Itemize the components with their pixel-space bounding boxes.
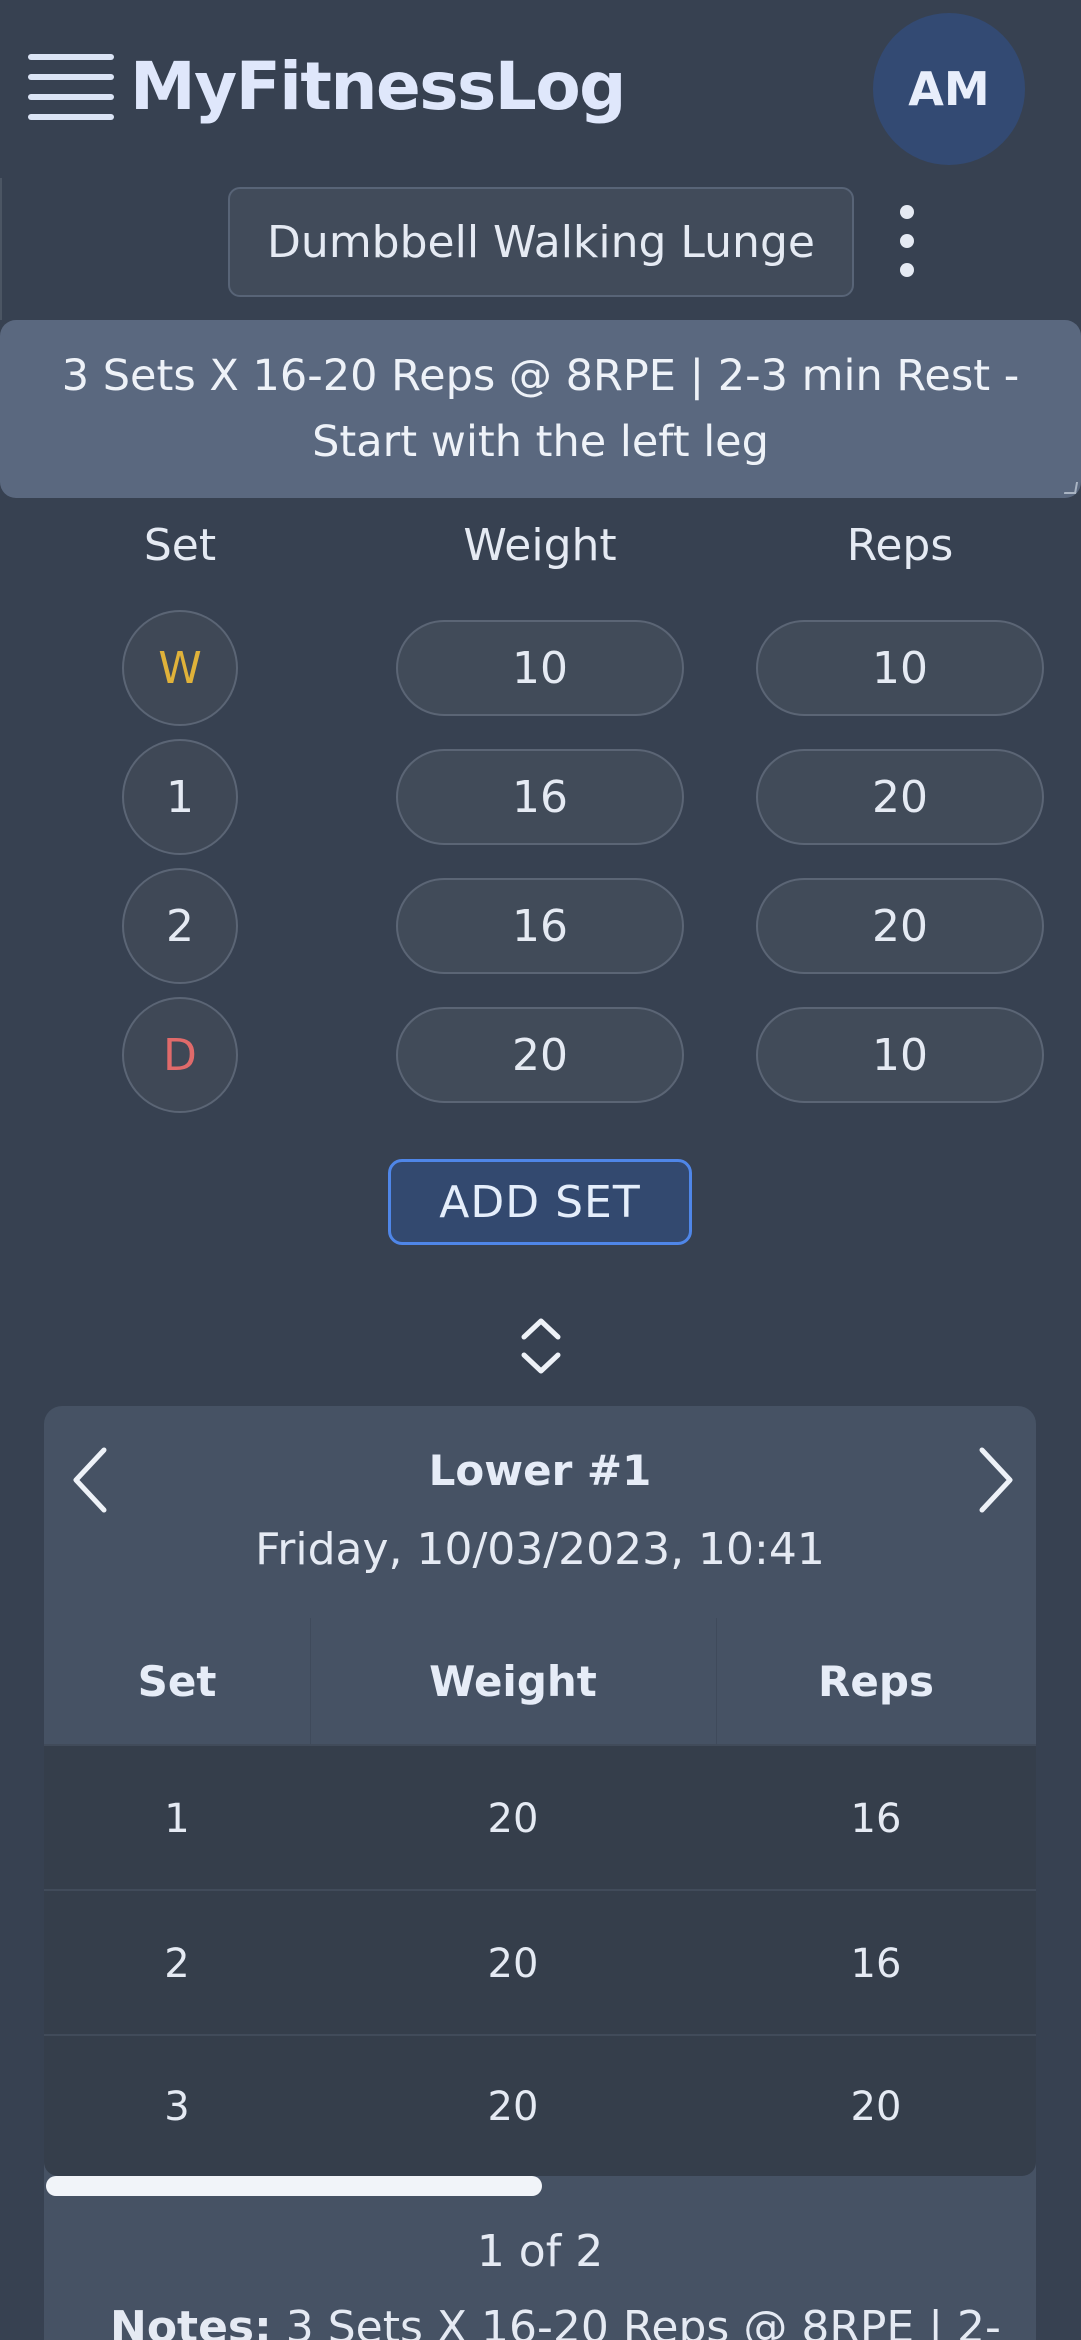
reps-input[interactable]: 20 <box>756 749 1044 845</box>
history-table-row: 2 20 16 <box>44 1889 1036 2034</box>
history-reps-cell: 16 <box>850 1795 902 1842</box>
exercise-selector-button[interactable]: Dumbbell Walking Lunge <box>228 187 854 297</box>
history-notes: Notes: 3 Sets X 16-20 Reps @ 8RPE | 2- <box>110 2302 1010 2340</box>
resize-handle-icon[interactable] <box>1063 482 1079 494</box>
history-weight-cell: 20 <box>487 2084 539 2130</box>
hamburger-menu-icon[interactable] <box>28 52 114 122</box>
weight-column-header: Weight <box>463 520 617 571</box>
history-table-row: 1 20 16 <box>44 1744 1036 1889</box>
column-divider <box>716 1618 717 1744</box>
history-reps-header: Reps <box>818 1656 934 1706</box>
notes-text: 3 Sets X 16-20 Reps @ 8RPE | 2- <box>285 2302 1001 2340</box>
weight-input[interactable]: 20 <box>396 1007 684 1103</box>
add-set-button[interactable]: ADD SET <box>388 1159 692 1245</box>
set-type-button[interactable]: 2 <box>122 868 238 984</box>
history-set-cell: 3 <box>164 2084 190 2130</box>
history-reps-cell: 16 <box>850 1940 902 1987</box>
history-weight-cell: 20 <box>487 1795 539 1842</box>
history-workout-date: Friday, 10/03/2023, 10:41 <box>255 1524 825 1575</box>
weight-input[interactable]: 16 <box>396 749 684 845</box>
reps-column-header: Reps <box>846 520 954 571</box>
exercise-instructions[interactable]: 3 Sets X 16-20 Reps @ 8RPE | 2-3 min Res… <box>0 320 1081 498</box>
history-set-cell: 2 <box>164 1940 190 1987</box>
horizontal-scrollbar[interactable] <box>46 2176 542 2196</box>
history-set-cell: 1 <box>164 1795 190 1842</box>
history-table-row: 3 20 20 <box>44 2034 1036 2176</box>
expand-collapse-icon[interactable] <box>518 1315 564 1377</box>
app-header: MyFitnessLog AM <box>0 0 1081 178</box>
history-pager: 1 of 2 <box>476 2226 604 2277</box>
instructions-text: 3 Sets X 16-20 Reps @ 8RPE | 2-3 min Res… <box>61 351 1020 467</box>
column-divider <box>310 1618 311 1744</box>
set-column-header: Set <box>143 520 217 571</box>
app-screen: MyFitnessLog AM Dumbbell Walking Lunge 3… <box>0 0 1081 2340</box>
kebab-more-icon[interactable] <box>890 205 924 277</box>
workout-history-card: Lower #1 Friday, 10/03/2023, 10:41 Set W… <box>44 1406 1036 2340</box>
app-title: MyFitnessLog <box>130 48 626 125</box>
set-type-button-warmup[interactable]: W <box>122 610 238 726</box>
reps-input[interactable]: 10 <box>756 1007 1044 1103</box>
weight-input[interactable]: 10 <box>396 620 684 716</box>
history-workout-title: Lower #1 <box>428 1446 652 1495</box>
reps-input[interactable]: 20 <box>756 878 1044 974</box>
set-type-button-drop[interactable]: D <box>122 997 238 1113</box>
history-weight-cell: 20 <box>487 1940 539 1987</box>
weight-input[interactable]: 16 <box>396 878 684 974</box>
set-type-button[interactable]: 1 <box>122 739 238 855</box>
user-avatar[interactable]: AM <box>873 13 1025 165</box>
history-weight-header: Weight <box>429 1656 597 1706</box>
history-reps-cell: 20 <box>850 2084 902 2130</box>
reps-input[interactable]: 10 <box>756 620 1044 716</box>
history-set-header: Set <box>137 1656 217 1706</box>
side-divider <box>0 178 2 320</box>
history-table-header: Set Weight Reps <box>44 1618 1036 1744</box>
notes-label: Notes: <box>110 2302 272 2340</box>
